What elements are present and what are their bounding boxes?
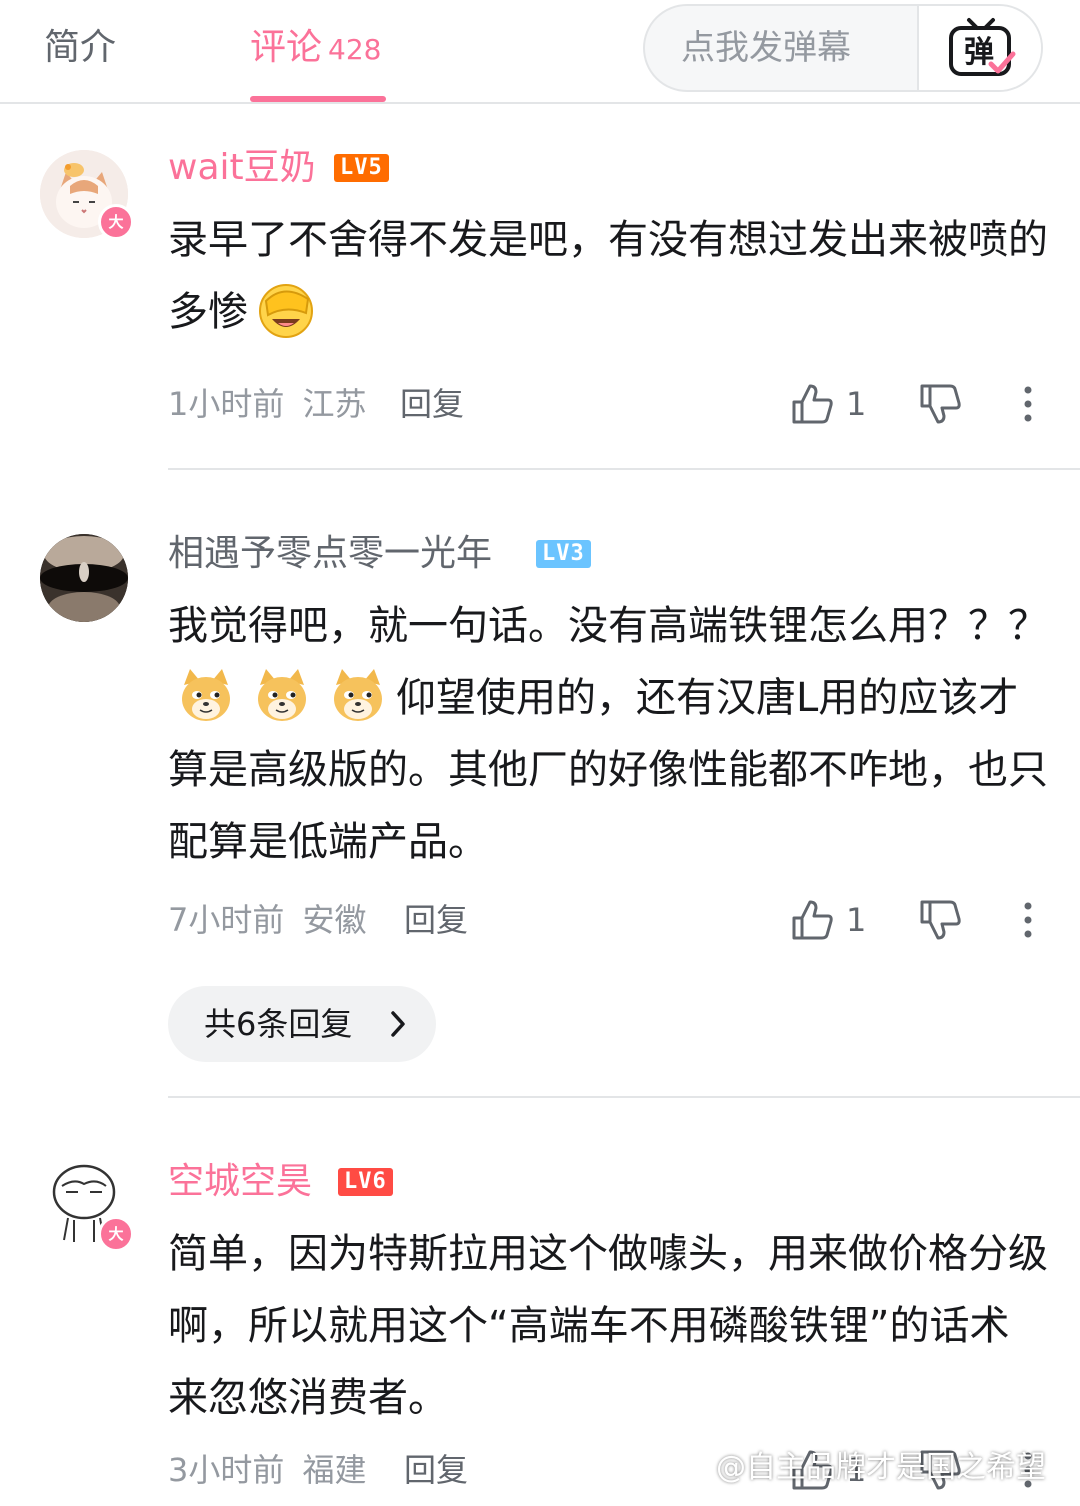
danmaku-input[interactable]: 点我发弹幕 — [681, 24, 851, 72]
username[interactable]: 空城空昊 — [168, 1158, 312, 1206]
doge-emoji — [334, 669, 382, 721]
danmaku-tv-icon: 弹 — [949, 18, 1016, 76]
vip-badge: 大 — [98, 204, 134, 240]
reply-button[interactable]: 回复 — [400, 382, 464, 426]
username[interactable]: 相遇予零点零一光年 — [168, 530, 492, 578]
like-count: 1 — [846, 901, 867, 939]
top-tab-bar: 简介 评论 428 点我发弹幕 弹 — [0, 0, 1080, 104]
level-badge: LV3 — [536, 540, 591, 568]
danmaku-toggle-button[interactable]: 弹 — [917, 6, 1041, 90]
doge-emoji — [182, 669, 230, 721]
like-count: 1 — [846, 385, 867, 423]
comment-divider — [168, 1096, 1080, 1098]
level-badge: LV5 — [334, 154, 389, 182]
comments-count: 428 — [328, 33, 382, 66]
comment-time: 7小时前 — [168, 901, 285, 939]
comment-time: 3小时前 — [168, 1451, 285, 1489]
tab-comments[interactable]: 评论 428 — [250, 24, 381, 74]
comment-text: 我觉得吧，就一句话。没有高端铁锂怎么用？？？ 仰望使用的，还有汉唐L用的应该才算… — [168, 590, 1048, 878]
comment-meta: 1小时前 江苏 — [168, 382, 367, 426]
comment-location: 江苏 — [302, 385, 367, 423]
comment-meta: 7小时前 安徽 — [168, 898, 367, 942]
tab-comments-label: 评论 — [250, 27, 323, 68]
comment-meta: 3小时前 福建 — [168, 1448, 367, 1492]
active-tab-indicator — [250, 96, 386, 102]
view-replies-label: 共6条回复 — [204, 1005, 353, 1043]
comment-text-content: 我觉得吧，就一句话。没有高端铁锂怎么用？？？ — [168, 603, 1048, 649]
more-options-icon[interactable] — [1018, 382, 1038, 426]
vip-badge: 大 — [98, 1216, 134, 1252]
thumbs-down-icon[interactable] — [918, 898, 962, 942]
weibo-watermark: @自主品牌才是国之希望 — [716, 1450, 1046, 1485]
dark-photo-avatar-icon — [40, 534, 128, 622]
comment-text: 简单，因为特斯拉用这个做噱头，用来做价格分级啊，所以就用这个“高端车不用磷酸铁锂… — [168, 1231, 1048, 1421]
comment-location: 福建 — [302, 1451, 367, 1489]
more-options-icon[interactable] — [1018, 898, 1038, 942]
comment-location: 安徽 — [302, 901, 367, 939]
thumbs-up-icon[interactable] — [790, 382, 834, 426]
danmaku-bar: 点我发弹幕 弹 — [643, 4, 1043, 92]
username[interactable]: wait豆奶 — [168, 144, 316, 192]
level-badge: LV6 — [338, 1168, 393, 1196]
comment-time: 1小时前 — [168, 385, 285, 423]
thumbs-down-icon[interactable] — [918, 382, 962, 426]
doge-emoji — [258, 669, 306, 721]
view-replies-button[interactable]: 共6条回复 — [168, 986, 436, 1062]
thumbs-up-icon[interactable] — [790, 898, 834, 942]
facepalm-laugh-emoji — [259, 284, 313, 338]
tab-intro[interactable]: 简介 — [44, 24, 116, 72]
chevron-right-icon — [391, 1011, 405, 1037]
avatar[interactable] — [40, 534, 128, 622]
reply-button[interactable]: 回复 — [404, 898, 468, 942]
comment-text: 录早了不舍得不发是吧，有没有想过发出来被喷的多惨 — [168, 204, 1048, 348]
reply-button[interactable]: 回复 — [404, 1448, 468, 1492]
comment-divider — [168, 468, 1080, 470]
